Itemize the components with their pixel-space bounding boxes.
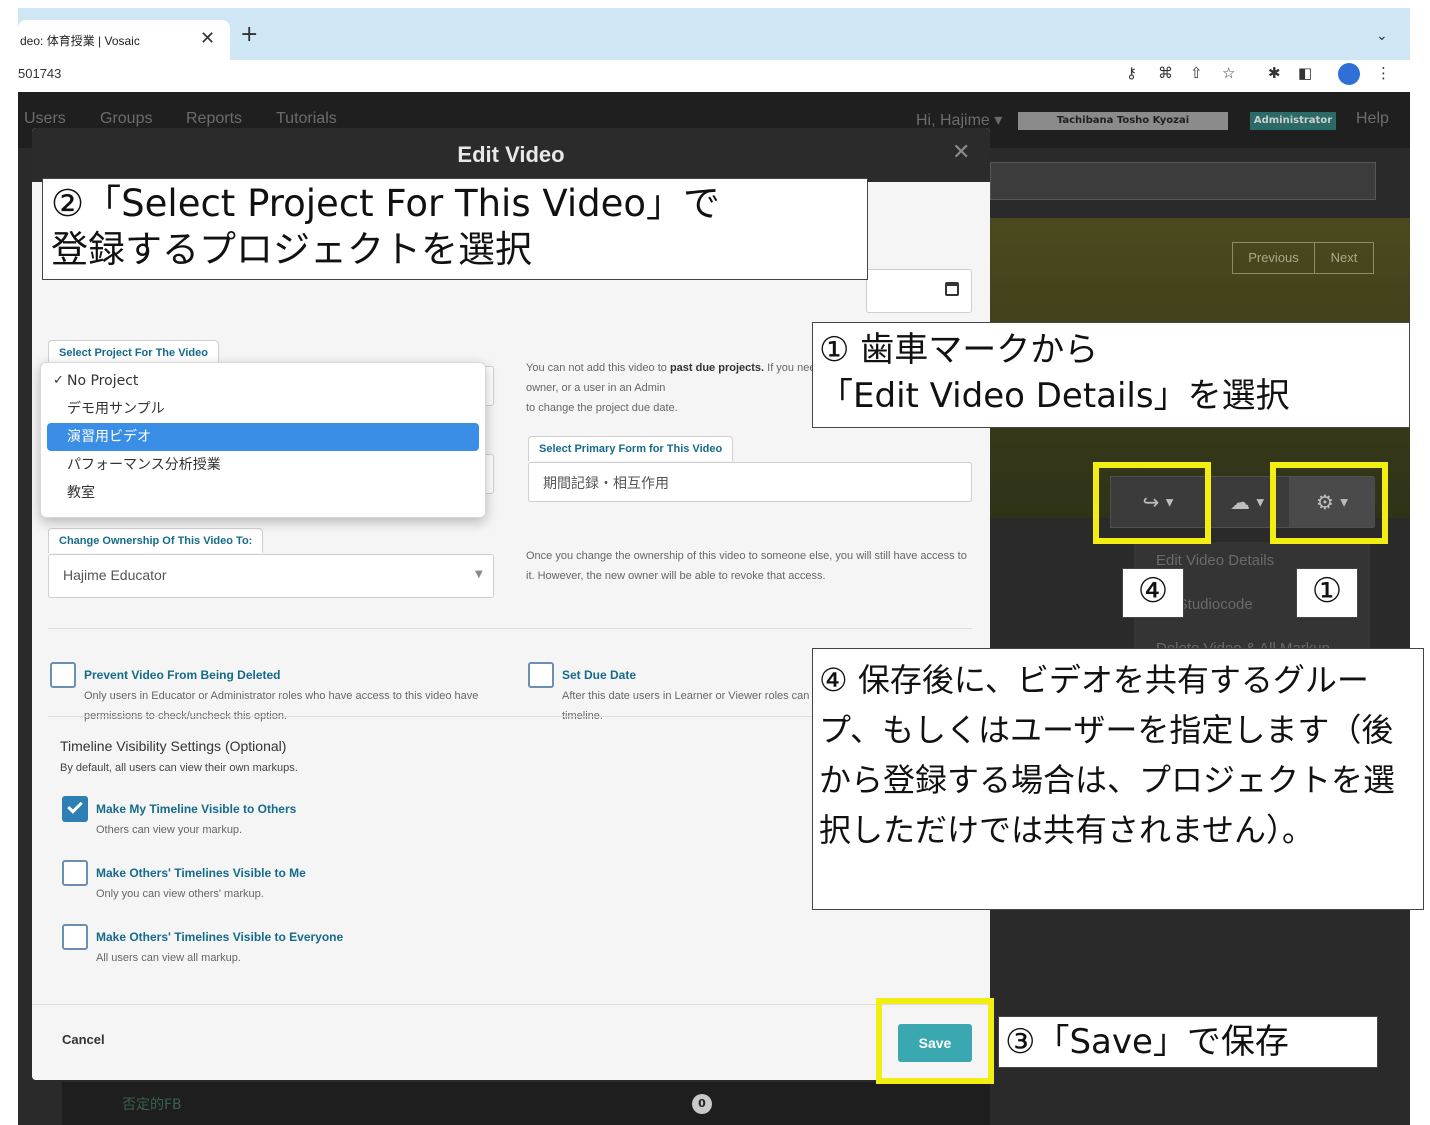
timeline-visible-to-others-checkbox[interactable] xyxy=(62,796,88,822)
next-button[interactable]: Next xyxy=(1315,243,1373,273)
nav-groups[interactable]: Groups xyxy=(100,110,152,128)
modal-body: Select Project For The Video You can not… xyxy=(32,182,990,1080)
tab-close-icon[interactable]: ✕ xyxy=(200,28,215,49)
row-label: 否定的FB xyxy=(122,1097,182,1113)
footer-divider xyxy=(32,1004,990,1005)
project-option[interactable]: 教室 xyxy=(47,479,479,507)
cloud-upload-icon: ☁ xyxy=(1229,490,1250,514)
timeline-option-title: Make Others' Timelines Visible to Me xyxy=(96,866,306,880)
option-label: No Project xyxy=(67,373,139,389)
screenshot-frame: deo: 体育授業 | Vosaic ✕ + ⌄ 501743 ⚷ ⌘ ⇧ ☆ … xyxy=(0,0,1430,1125)
nav-reports[interactable]: Reports xyxy=(186,110,242,128)
primary-form-label: Select Primary Form for This Video xyxy=(528,436,734,461)
profile-icon[interactable] xyxy=(1338,63,1360,85)
help-link[interactable]: Help xyxy=(1356,110,1389,128)
project-dropdown-menu: ✓ No Project デモ用サンプル 演習用ビデオ パフォーマンス分析授業 教… xyxy=(40,362,486,518)
address-bar[interactable]: 501743 xyxy=(18,66,61,81)
project-option-highlighted[interactable]: 演習用ビデオ xyxy=(47,423,479,451)
ownership-help: Once you change the ownership of this vi… xyxy=(526,550,967,582)
tab-title: deo: 体育授業 | Vosaic xyxy=(20,34,140,48)
timeline-option-title: Make My Timeline Visible to Others xyxy=(96,802,297,816)
translate-icon[interactable]: ⌘ xyxy=(1158,64,1173,82)
modal-header: Edit Video ✕ xyxy=(32,128,990,182)
others-visible-to-me-checkbox[interactable] xyxy=(62,860,88,886)
check-icon: ✓ xyxy=(53,373,64,388)
primary-form-select[interactable]: 期間記録・相互作用 xyxy=(528,462,972,502)
marker-4: ④ xyxy=(1122,568,1184,618)
share-button-highlight xyxy=(1093,462,1211,544)
timeline-subheading: By default, all users can view their own… xyxy=(60,762,298,774)
close-icon[interactable]: ✕ xyxy=(952,140,970,165)
caret-down-icon: ▼ xyxy=(1256,497,1265,509)
organization-badge: Tachibana Tosho Kyozai xyxy=(1018,112,1228,130)
due-date-title: Set Due Date xyxy=(562,668,637,682)
option-label: デモ用サンプル xyxy=(67,401,165,417)
sidepanel-icon[interactable]: ◧ xyxy=(1298,64,1312,82)
others-visible-to-everyone-checkbox[interactable] xyxy=(62,924,88,950)
bottom-row: 否定的FB 0 xyxy=(62,1082,990,1125)
timeline-option-desc: Others can view your markup. xyxy=(96,824,243,836)
prevent-delete-checkbox[interactable] xyxy=(50,662,76,688)
annotation-step-2: ②「Select Project For This Video」で 登録するプロ… xyxy=(42,178,868,280)
ownership-label: Change Ownership Of This Video To: xyxy=(48,528,264,553)
marker-1: ① xyxy=(1296,568,1358,618)
user-menu[interactable]: Hi, Hajime ▾ xyxy=(916,110,1002,130)
cancel-button[interactable]: Cancel xyxy=(62,1032,105,1047)
caret-down-icon: ▼ xyxy=(475,569,483,580)
timeline-option-title: Make Others' Timelines Visible to Everyo… xyxy=(96,930,344,944)
timeline-heading: Timeline Visibility Settings (Optional) xyxy=(60,738,287,754)
bookmark-star-icon[interactable]: ☆ xyxy=(1222,64,1235,82)
browser-tab[interactable]: deo: 体育授業 | Vosaic ✕ xyxy=(18,20,230,60)
search-field[interactable] xyxy=(990,162,1376,200)
project-option-no-project[interactable]: ✓ No Project xyxy=(47,367,479,395)
prev-next-group: Previous Next xyxy=(1232,242,1374,274)
ownership-select[interactable]: Hajime Educator ▼ xyxy=(48,554,494,598)
share-page-icon[interactable]: ⇧ xyxy=(1190,64,1203,82)
annotation-step-3: ③「Save」で保存 xyxy=(998,1016,1378,1068)
option-label: 教室 xyxy=(67,485,95,501)
menu-edit-video-details[interactable]: Edit Video Details xyxy=(1156,552,1274,569)
more-menu-icon[interactable]: ⋮ xyxy=(1376,64,1391,82)
tab-search-icon[interactable]: ⌄ xyxy=(1376,28,1388,44)
due-date-checkbox[interactable] xyxy=(528,662,554,688)
prevent-delete-desc: Only users in Educator or Administrator … xyxy=(84,690,479,722)
modal-title: Edit Video xyxy=(457,142,565,167)
browser-toolbar: 501743 ⚷ ⌘ ⇧ ☆ ✱ ◧ ⋮ xyxy=(18,60,1410,92)
project-option[interactable]: パフォーマンス分析授業 xyxy=(47,451,479,479)
nav-users[interactable]: Users xyxy=(24,110,66,128)
gear-button-highlight xyxy=(1270,462,1388,544)
timeline-option-desc: Only you can view others' markup. xyxy=(96,888,264,900)
extensions-icon[interactable]: ✱ xyxy=(1268,64,1281,82)
due-date-input[interactable] xyxy=(866,269,972,313)
save-button-highlight xyxy=(876,998,994,1084)
annotation-step-4: ④ 保存後に、ビデオを共有するグループ、もしくはユーザーを指定します（後から登録… xyxy=(812,648,1424,910)
previous-button[interactable]: Previous xyxy=(1233,243,1315,273)
calendar-icon[interactable] xyxy=(945,282,959,296)
primary-form-value: 期間記録・相互作用 xyxy=(543,475,669,491)
key-icon[interactable]: ⚷ xyxy=(1126,64,1137,82)
option-label: パフォーマンス分析授業 xyxy=(67,457,221,473)
option-label: 演習用ビデオ xyxy=(67,429,151,445)
project-option[interactable]: デモ用サンプル xyxy=(47,395,479,423)
browser-tab-bar: deo: 体育授業 | Vosaic ✕ + ⌄ xyxy=(18,8,1410,60)
new-tab-icon[interactable]: + xyxy=(240,24,258,46)
timeline-option-desc: All users can view all markup. xyxy=(96,952,241,964)
project-help-line-3: to change the project due date. xyxy=(526,402,678,414)
ownership-value: Hajime Educator xyxy=(63,567,167,583)
annotation-step-1: ① 歯車マークから 「Edit Video Details」を選択 xyxy=(812,322,1410,428)
count-badge: 0 xyxy=(692,1094,712,1114)
nav-tutorials[interactable]: Tutorials xyxy=(276,110,337,128)
check-icon xyxy=(67,798,83,814)
divider xyxy=(48,628,972,629)
prevent-delete-title: Prevent Video From Being Deleted xyxy=(84,668,281,682)
role-badge: Administrator xyxy=(1250,112,1336,130)
